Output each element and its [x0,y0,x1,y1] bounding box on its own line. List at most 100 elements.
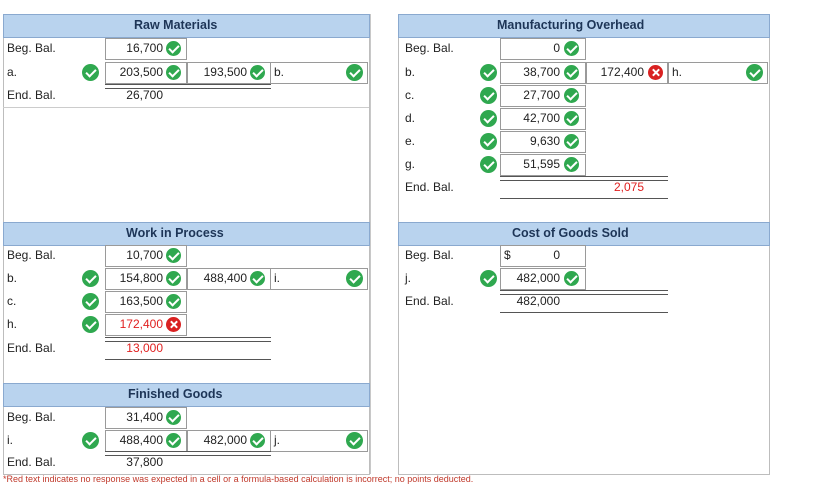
wip-credit-check-icon [250,271,265,286]
rm-credit-value: 193,500 [203,65,247,79]
overhead-title: Manufacturing Overhead [497,18,645,32]
finished-title: Finished Goods [128,387,223,401]
cogs-j-check-icon [564,271,579,286]
moh-credit-value: 172,400 [600,65,644,79]
cogs-beg-label: Beg. Bal. [405,248,454,262]
rm-section-rule [3,107,369,108]
fg-credit-value: 482,000 [203,433,247,447]
wip-end-value: 13,000 [126,341,163,355]
wip-credit-value: 488,400 [203,271,247,285]
wip-b-label: b. [7,271,18,285]
raw-materials-header: Raw Materials [3,14,370,38]
moh-end-label: End. Bal. [405,180,454,194]
moh-e-label-check-icon [480,133,497,150]
moh-bottom-rule [500,198,668,199]
fg-beg-label: Beg. Bal. [7,410,56,424]
rm-b-label-check-icon [346,64,363,81]
finished-header: Finished Goods [3,383,370,407]
moh-d-value: 42,700 [523,111,560,125]
fg-credit-check-icon [250,433,265,448]
cogs-j-label-check-icon [480,270,497,287]
cogs-j-label: j. [405,271,411,285]
left-panel-divider [370,14,371,474]
moh-g-check-icon [564,157,579,172]
fg-beg-value: 31,400 [126,410,163,424]
cogs-end-label: End. Bal. [405,294,454,308]
wip-c-check-icon [166,294,181,309]
cogs-header: Cost of Goods Sold [398,222,770,246]
wip-b-label-check-icon [82,270,99,287]
wip-end-label: End. Bal. [7,341,56,355]
moh-end-value: 2,075 [613,180,644,194]
rm-b-label: b. [274,65,285,79]
cogs-end-value: 482,000 [516,294,560,308]
fg-beg-check-icon [166,410,181,425]
wip-beg-label: Beg. Bal. [7,248,56,262]
wip-bottom-rule [105,359,271,360]
moh-beg-check-icon [564,41,579,56]
fg-j-label-check-icon [346,432,363,449]
wip-i-label-check-icon [346,270,363,287]
overhead-header: Manufacturing Overhead [398,14,770,38]
moh-b-label-check-icon [480,64,497,81]
rm-a-label: a. [7,65,18,79]
moh-b-value: 38,700 [523,65,560,79]
moh-h-label: h. [672,65,683,79]
wip-h-x-icon [166,317,181,332]
wip-title: Work in Process [126,226,224,240]
rm-a-check-icon [166,65,181,80]
moh-credit-x-icon [648,65,663,80]
wip-beg-check-icon [166,248,181,263]
moh-g-label: g. [405,157,416,171]
moh-h-label-check-icon [746,64,763,81]
rm-beg-check-icon [166,41,181,56]
wip-h-value: 172,400 [119,317,163,331]
rm-a-label-check-icon [82,64,99,81]
moh-g-label-check-icon [480,156,497,173]
cogs-title: Cost of Goods Sold [512,226,629,240]
wip-c-label: c. [7,294,17,308]
fg-i-check-icon [166,433,181,448]
fg-j-label: j. [274,433,280,447]
rm-a-value: 203,500 [119,65,163,79]
moh-c-value: 27,700 [523,88,560,102]
fg-end-label: End. Bal. [7,455,56,469]
rm-beg-value: 16,700 [126,41,163,55]
wip-b-value: 154,800 [119,271,163,285]
wip-h-label-check-icon [82,316,99,333]
rm-beg-label: Beg. Bal. [7,41,56,55]
wip-c-value: 163,500 [119,294,163,308]
cogs-bottom-rule [500,312,668,313]
moh-e-value: 9,630 [529,134,560,148]
raw-materials-title: Raw Materials [134,18,218,32]
wip-beg-value: 10,700 [126,248,163,262]
moh-e-label: e. [405,134,416,148]
rm-credit-check-icon [250,65,265,80]
wip-i-label: i. [274,271,280,285]
moh-e-check-icon [564,134,579,149]
fg-i-label-check-icon [82,432,99,449]
wip-b-check-icon [166,271,181,286]
moh-beg-value: 0 [553,41,560,55]
footnote: *Red text indicates no response was expe… [3,474,474,484]
fg-end-value: 37,800 [126,455,163,469]
rm-end-label: End. Bal. [7,88,56,102]
wip-h-label: h. [7,317,18,331]
cogs-beg-value: 0 [553,248,560,262]
fg-i-value: 488,400 [119,433,163,447]
cogs-j-value: 482,000 [516,271,560,285]
wip-c-label-check-icon [82,293,99,310]
moh-beg-label: Beg. Bal. [405,41,454,55]
moh-b-label: b. [405,65,416,79]
moh-d-label-check-icon [480,110,497,127]
moh-c-label-check-icon [480,87,497,104]
moh-d-check-icon [564,111,579,126]
moh-g-value: 51,595 [523,157,560,171]
moh-b-check-icon [564,65,579,80]
moh-c-check-icon [564,88,579,103]
moh-c-label: c. [405,88,415,102]
rm-end-value: 26,700 [126,88,163,102]
moh-d-label: d. [405,111,416,125]
fg-i-label: i. [7,433,13,447]
wip-header: Work in Process [3,222,370,246]
